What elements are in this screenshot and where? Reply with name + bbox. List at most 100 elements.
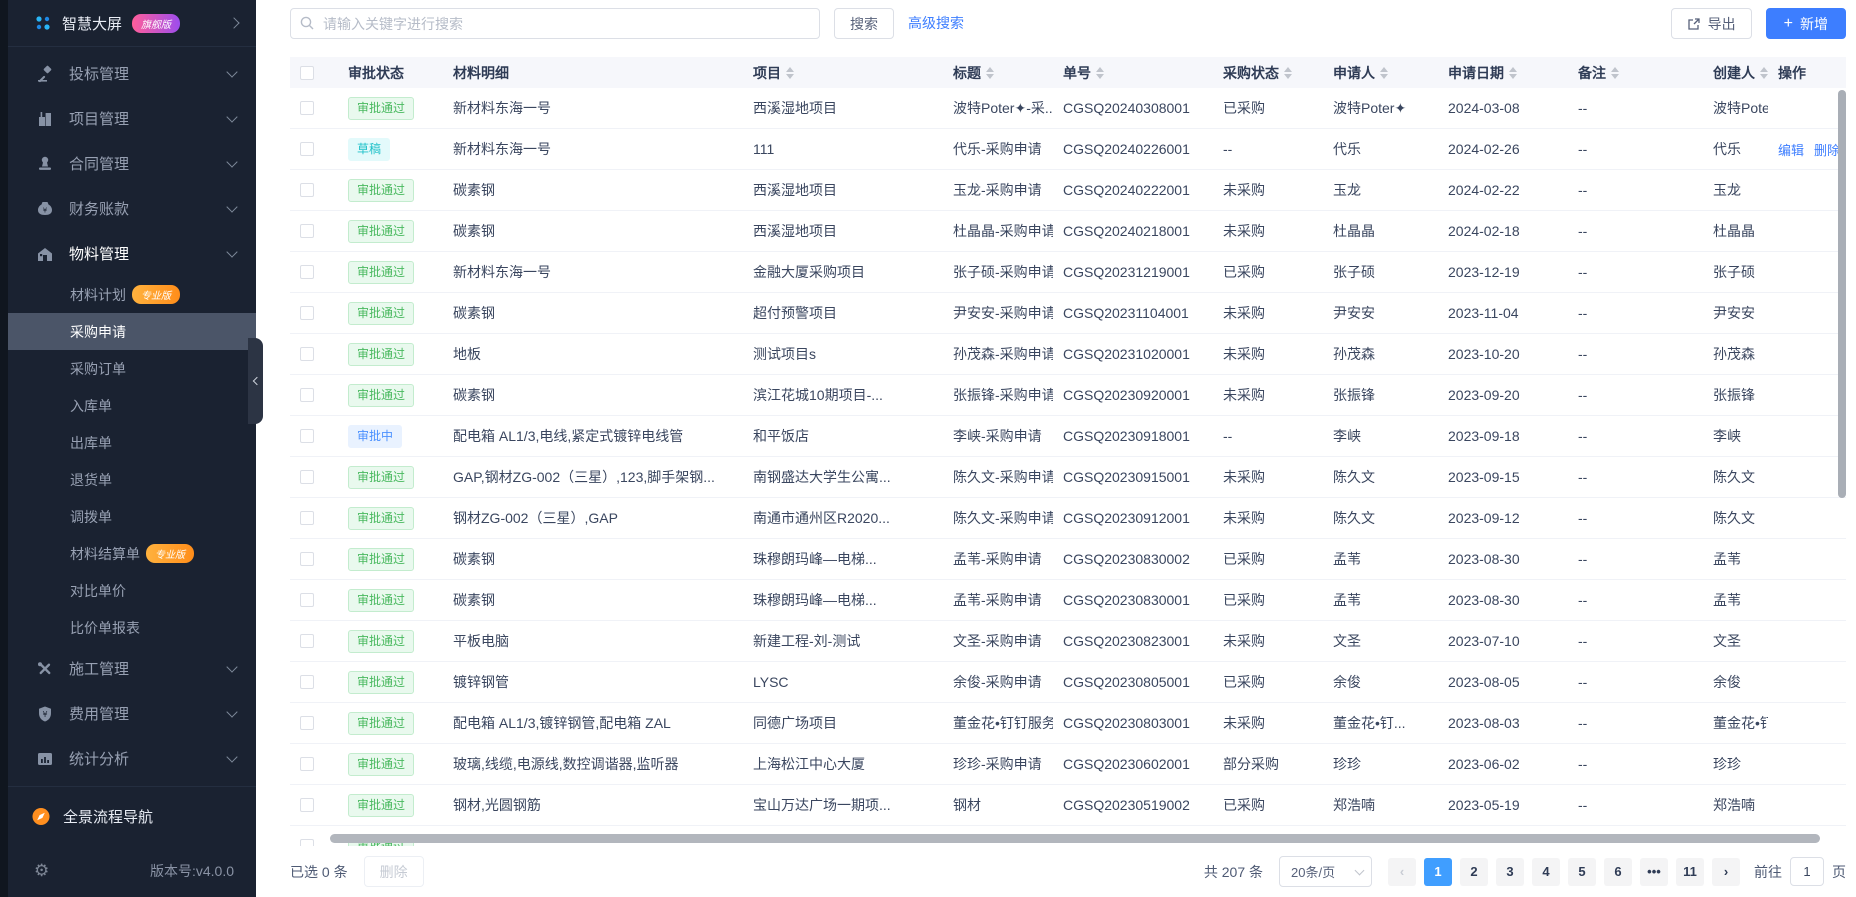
page-button-5[interactable]: 5 [1568, 858, 1596, 886]
cell-remark: -- [1568, 387, 1703, 403]
row-checkbox[interactable] [300, 101, 314, 115]
sidebar-item-inbound[interactable]: 入库单 [8, 387, 256, 424]
column-header-project[interactable]: 项目 [743, 63, 943, 83]
row-checkbox[interactable] [300, 224, 314, 238]
page-button-6[interactable]: 6 [1604, 858, 1632, 886]
sidebar-item-construction[interactable]: 施工管理 [8, 646, 256, 691]
sort-caret-icon[interactable] [1096, 67, 1104, 79]
horizontal-scrollbar-thumb[interactable] [330, 834, 1820, 843]
cell-approval_status: 审批通过 [338, 384, 443, 407]
app-root: 智慧大屏 旗舰版 投标管理项目管理合同管理¥财务账款物料管理材料计划专业版采购申… [0, 0, 1856, 897]
edit-link[interactable]: 编辑 [1778, 140, 1804, 159]
sort-caret-icon[interactable] [1760, 67, 1768, 79]
cell-project: 西溪湿地项目 [743, 98, 943, 118]
row-checkbox[interactable] [300, 388, 314, 402]
sidebar-item-contract[interactable]: 合同管理 [8, 141, 256, 186]
sort-caret-icon[interactable] [1509, 67, 1517, 79]
sidebar-item-finance[interactable]: ¥财务账款 [8, 186, 256, 231]
sidebar-item-transfer[interactable]: 调拨单 [8, 498, 256, 535]
page-button-4[interactable]: 4 [1532, 858, 1560, 886]
page-button-3[interactable]: 3 [1496, 858, 1524, 886]
next-page-button[interactable]: › [1712, 858, 1740, 886]
column-header-purchase_status[interactable]: 采购状态 [1213, 63, 1323, 83]
row-checkbox[interactable] [300, 429, 314, 443]
export-button[interactable]: 导出 [1671, 8, 1752, 39]
column-header-order_no[interactable]: 单号 [1053, 63, 1213, 83]
sort-caret-icon[interactable] [1284, 67, 1292, 79]
sort-caret-icon[interactable] [1380, 67, 1388, 79]
column-header-applicant[interactable]: 申请人 [1323, 63, 1438, 83]
cell-approval_status: 审批通过 [338, 220, 443, 243]
add-button[interactable]: + 新增 [1766, 8, 1846, 39]
sidebar-edge-strip [0, 0, 8, 897]
row-checkbox[interactable] [300, 716, 314, 730]
cell-remark: -- [1568, 592, 1703, 608]
cell-remark: -- [1568, 223, 1703, 239]
page-ellipsis[interactable]: ••• [1640, 858, 1668, 886]
search-button[interactable]: 搜索 [834, 8, 894, 39]
sidebar-item-bid[interactable]: 投标管理 [8, 51, 256, 96]
sort-caret-icon[interactable] [786, 67, 794, 79]
cell-approval_status: 审批通过 [338, 712, 443, 735]
row-checkbox[interactable] [300, 634, 314, 648]
column-header-creator[interactable]: 创建人 [1703, 63, 1768, 83]
row-checkbox[interactable] [300, 511, 314, 525]
gear-icon[interactable]: ⚙ [34, 861, 49, 881]
sort-caret-icon[interactable] [1611, 67, 1619, 79]
row-checkbox[interactable] [300, 552, 314, 566]
sidebar-item-panorama-nav[interactable]: 全景流程导航 [8, 795, 256, 837]
page-button-2[interactable]: 2 [1460, 858, 1488, 886]
page-button-1[interactable]: 1 [1424, 858, 1452, 886]
sidebar-collapse-handle[interactable] [248, 338, 263, 424]
column-header-apply_date[interactable]: 申请日期 [1438, 63, 1568, 83]
sidebar-item-settlement[interactable]: 材料结算单专业版 [8, 535, 256, 572]
vertical-scrollbar-thumb[interactable] [1838, 90, 1846, 498]
sidebar-item-expense[interactable]: ¥费用管理 [8, 691, 256, 736]
sidebar-item-outbound[interactable]: 出库单 [8, 424, 256, 461]
row-checkbox[interactable] [300, 593, 314, 607]
sidebar-item-project[interactable]: 项目管理 [8, 96, 256, 141]
advanced-search-link[interactable]: 高级搜索 [908, 8, 964, 39]
vertical-scrollbar[interactable] [1838, 90, 1846, 832]
column-header-select[interactable] [290, 66, 338, 80]
search-input[interactable] [290, 8, 820, 39]
column-header-title[interactable]: 标题 [943, 63, 1053, 83]
column-label: 操作 [1778, 63, 1806, 83]
sidebar-item-purchase-order[interactable]: 采购订单 [8, 350, 256, 387]
sidebar-item-purchase-request[interactable]: 采购申请 [8, 313, 256, 350]
column-header-remark[interactable]: 备注 [1568, 63, 1703, 83]
sidebar-item-smart-screen[interactable]: 智慧大屏 旗舰版 [8, 0, 256, 47]
page-size-select[interactable]: 20条/页 [1279, 856, 1372, 887]
row-checkbox[interactable] [300, 675, 314, 689]
row-checkbox[interactable] [300, 183, 314, 197]
delete-button[interactable]: 删除 [364, 856, 424, 887]
row-checkbox[interactable] [300, 798, 314, 812]
cell-project: 西溪湿地项目 [743, 221, 943, 241]
sidebar-item-price-report[interactable]: 比价单报表 [8, 609, 256, 646]
sort-caret-icon[interactable] [986, 67, 994, 79]
sidebar-item-stats[interactable]: 统计分析 [8, 736, 256, 781]
row-checkbox[interactable] [300, 142, 314, 156]
row-checkbox[interactable] [300, 470, 314, 484]
row-checkbox[interactable] [300, 839, 314, 846]
goto-page-input[interactable] [1790, 857, 1824, 886]
row-checkbox[interactable] [300, 306, 314, 320]
cell-purchase_status: 部分采购 [1213, 754, 1323, 774]
delete-link[interactable]: 删除 [1814, 140, 1840, 159]
page-button-11[interactable]: 11 [1676, 858, 1704, 886]
column-header-approval_status: 审批状态 [338, 63, 443, 83]
row-checkbox[interactable] [300, 347, 314, 361]
row-checkbox[interactable] [300, 757, 314, 771]
sidebar-item-material[interactable]: 物料管理 [8, 231, 256, 276]
sidebar-item-material-plan[interactable]: 材料计划专业版 [8, 276, 256, 313]
sidebar-item-compare-price[interactable]: 对比单价 [8, 572, 256, 609]
cell-creator: 陈久文 [1703, 467, 1768, 487]
cell-apply_date: 2024-02-18 [1438, 223, 1568, 239]
cell-creator: 张子硕 [1703, 262, 1768, 282]
cell-creator: 玉龙 [1703, 180, 1768, 200]
select-all-checkbox[interactable] [300, 66, 314, 80]
table-row: 审批通过碳素钢珠穆朗玛峰—电梯...孟苇-采购申请CGSQ20230830001… [290, 580, 1846, 621]
prev-page-button[interactable]: ‹ [1388, 858, 1416, 886]
row-checkbox[interactable] [300, 265, 314, 279]
sidebar-item-return[interactable]: 退货单 [8, 461, 256, 498]
